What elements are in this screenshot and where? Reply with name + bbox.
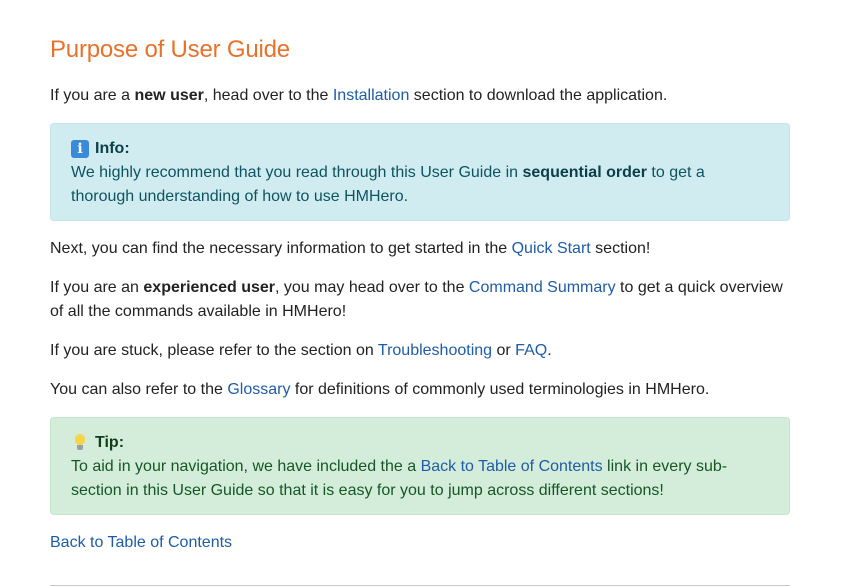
section-divider xyxy=(50,585,790,586)
faq-link[interactable]: FAQ xyxy=(515,342,547,359)
stuck-paragraph: If you are stuck, please refer to the se… xyxy=(50,339,790,363)
glossary-paragraph: You can also refer to the Glossary for d… xyxy=(50,378,790,402)
stuck-text-middle: or xyxy=(492,342,516,359)
tip-callout-body: To aid in your navigation, we have inclu… xyxy=(71,455,769,503)
stuck-text-before: If you are stuck, please refer to the se… xyxy=(50,342,378,359)
info-callout-title: Info: xyxy=(95,140,130,157)
experienced-text-before: If you are an xyxy=(50,279,144,296)
back-to-toc-link[interactable]: Back to Table of Contents xyxy=(50,534,232,551)
info-text-before: We highly recommend that you read throug… xyxy=(71,164,523,181)
quick-start-link[interactable]: Quick Start xyxy=(512,240,591,257)
intro-paragraph: If you are a new user, head over to the … xyxy=(50,84,790,108)
info-icon: i xyxy=(71,140,89,158)
experienced-text-middle: , you may head over to the xyxy=(275,279,469,296)
experienced-paragraph: If you are an experienced user, you may … xyxy=(50,276,790,324)
glossary-text-after: for definitions of commonly used termino… xyxy=(290,381,710,398)
info-callout: i Info: We highly recommend that you rea… xyxy=(50,123,790,221)
back-link-paragraph: Back to Table of Contents xyxy=(50,531,790,555)
installation-link[interactable]: Installation xyxy=(333,87,410,104)
tip-callout-title: Tip: xyxy=(95,434,125,451)
tip-callout: Tip: To aid in your navigation, we have … xyxy=(50,417,790,515)
intro-text-before: If you are a xyxy=(50,87,135,104)
next-paragraph: Next, you can find the necessary informa… xyxy=(50,237,790,261)
lightbulb-icon xyxy=(71,434,89,452)
command-summary-link[interactable]: Command Summary xyxy=(469,279,616,296)
info-callout-header: i Info: xyxy=(71,137,769,161)
intro-text-after: section to download the application. xyxy=(409,87,668,104)
intro-text-middle: , head over to the xyxy=(203,87,333,104)
troubleshooting-link[interactable]: Troubleshooting xyxy=(378,342,492,359)
stuck-text-after: . xyxy=(547,342,552,359)
section-heading: Purpose of User Guide xyxy=(50,36,290,63)
tip-callout-header: Tip: xyxy=(71,431,769,455)
next-text-before: Next, you can find the necessary informa… xyxy=(50,240,512,257)
tip-text-before: To aid in your navigation, we have inclu… xyxy=(71,458,421,475)
info-bold: sequential order xyxy=(522,164,647,181)
next-text-after: section! xyxy=(590,240,651,257)
glossary-text-before: You can also refer to the xyxy=(50,381,228,398)
intro-bold: new user xyxy=(134,87,204,104)
glossary-link[interactable]: Glossary xyxy=(227,381,290,398)
experienced-bold: experienced user xyxy=(143,279,276,296)
tip-back-to-toc-link[interactable]: Back to Table of Contents xyxy=(421,458,603,475)
info-callout-body: We highly recommend that you read throug… xyxy=(71,161,769,209)
